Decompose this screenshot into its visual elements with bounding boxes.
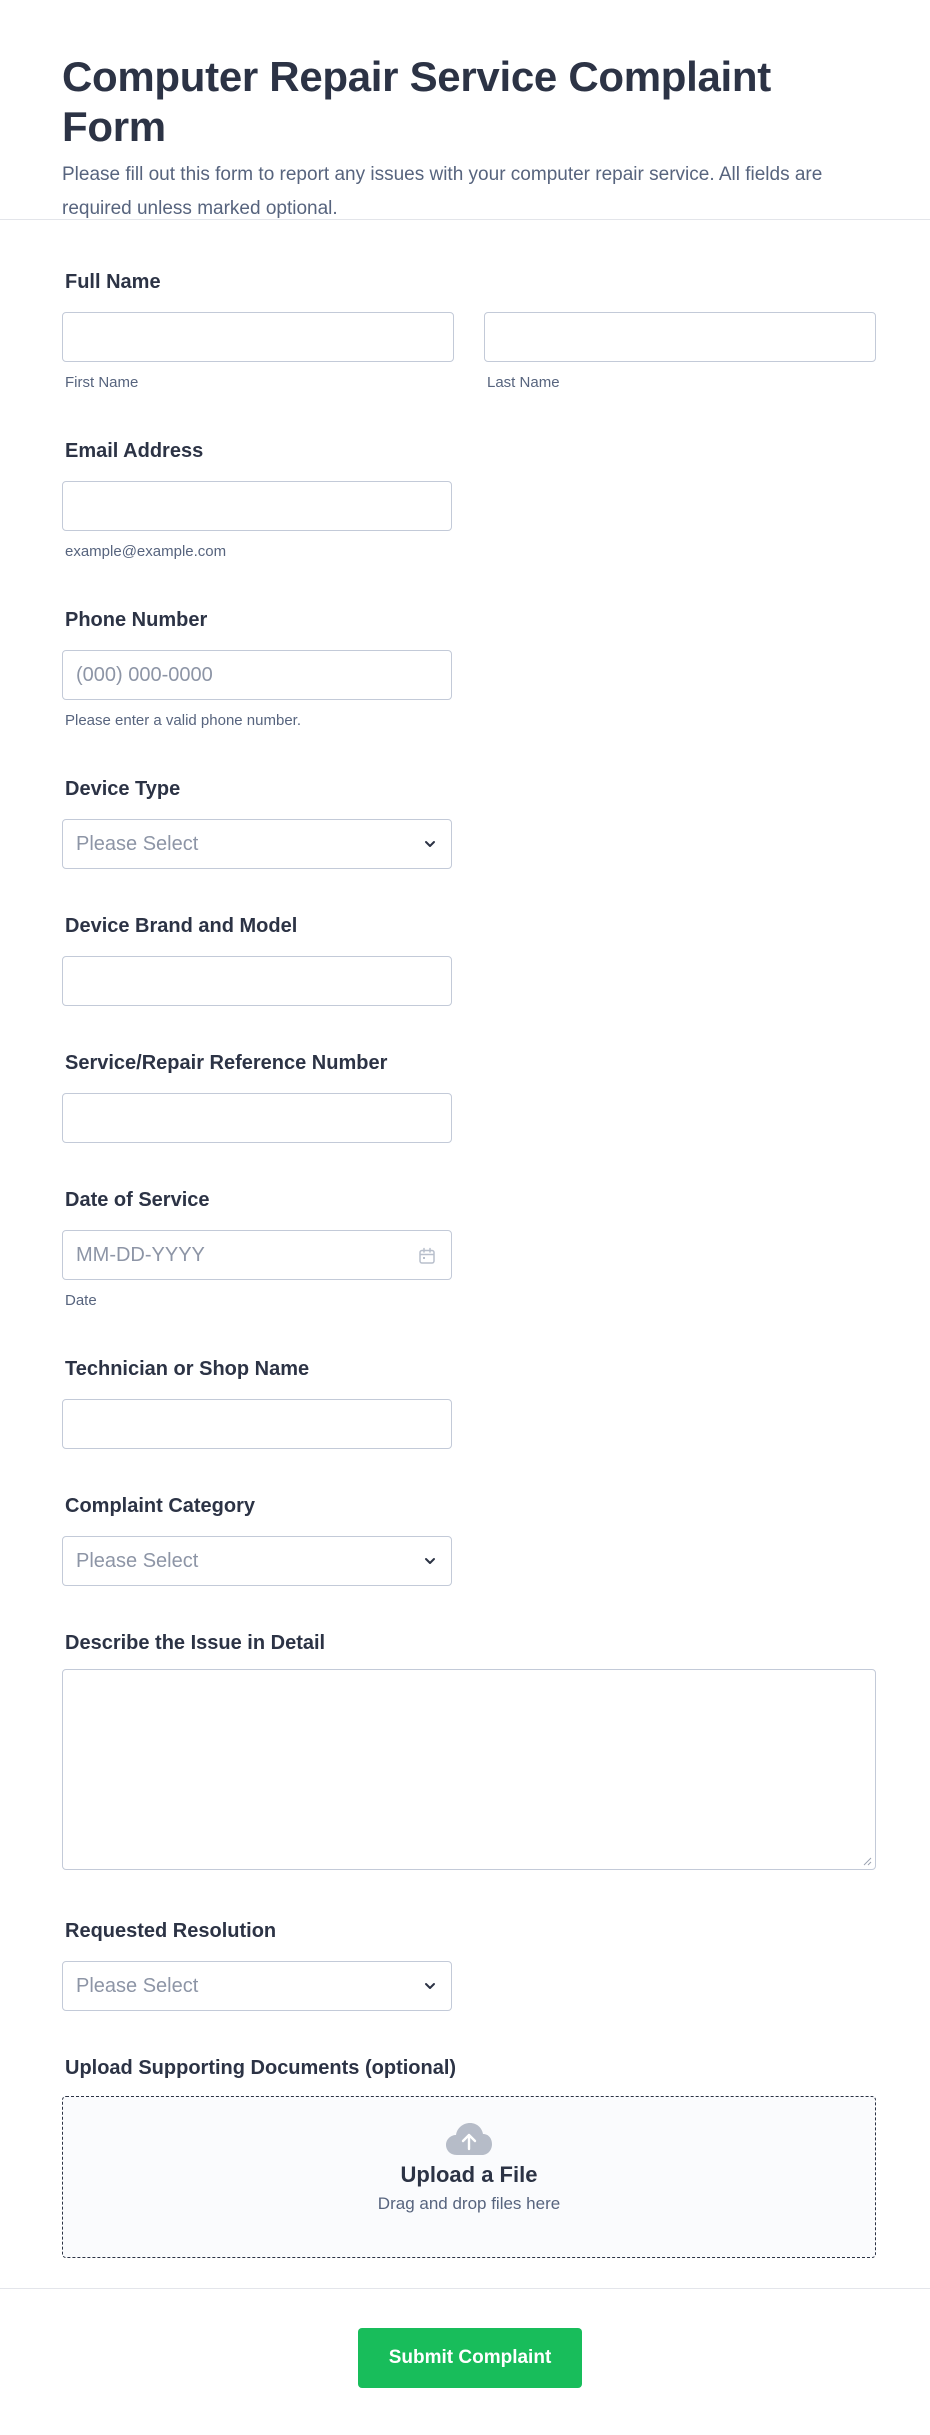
resolution-label: Requested Resolution	[65, 1920, 277, 1942]
upload-label: Upload Supporting Documents (optional)	[65, 2057, 457, 2079]
chevron-down-icon	[425, 1983, 435, 1989]
last-name-input[interactable]	[484, 312, 876, 362]
category-select[interactable]: Please Select	[62, 1536, 452, 1586]
full-name-label: Full Name	[65, 271, 161, 293]
device-brand-input[interactable]	[62, 956, 452, 1006]
reference-input[interactable]	[62, 1093, 452, 1143]
phone-input[interactable]: (000) 000-0000	[62, 650, 452, 700]
describe-field: Describe the Issue in Detail	[62, 1631, 876, 1870]
phone-sublabel: Please enter a valid phone number.	[65, 712, 301, 729]
cloud-upload-icon	[446, 2123, 492, 2155]
email-field: Email Address example@example.com	[62, 439, 452, 560]
device-brand-label: Device Brand and Model	[65, 915, 298, 937]
form-description: Please fill out this form to report any …	[62, 164, 823, 219]
resolution-select[interactable]: Please Select	[62, 1961, 452, 2011]
phone-placeholder: (000) 000-0000	[76, 663, 213, 686]
device-type-label: Device Type	[65, 778, 181, 800]
phone-label: Phone Number	[65, 609, 208, 631]
date-label: Date of Service	[65, 1189, 210, 1211]
category-label: Complaint Category	[65, 1495, 256, 1517]
form-title: Computer Repair Service Complaint Form	[62, 53, 771, 150]
device-type-select[interactable]: Please Select	[62, 819, 452, 869]
technician-field: Technician or Shop Name	[62, 1357, 452, 1449]
device-type-field: Device Type Please Select	[62, 777, 452, 869]
full-name-field: Full Name First Name Last Name	[62, 270, 876, 391]
upload-field: Upload Supporting Documents (optional) U…	[62, 2056, 876, 2258]
upload-title: Upload a File	[400, 2162, 538, 2187]
email-sublabel: example@example.com	[65, 543, 227, 560]
technician-label: Technician or Shop Name	[65, 1358, 310, 1380]
date-input[interactable]: MM-DD-YYYY	[62, 1230, 452, 1280]
device-brand-field: Device Brand and Model	[62, 914, 452, 1006]
technician-input[interactable]	[62, 1399, 452, 1449]
describe-textarea[interactable]	[62, 1669, 876, 1870]
upload-hint: Drag and drop files here	[377, 2194, 561, 2213]
device-type-selected: Please Select	[76, 832, 199, 855]
email-label: Email Address	[65, 440, 204, 462]
first-name-input[interactable]	[62, 312, 454, 362]
form-footer: Submit Complaint	[0, 2288, 930, 2435]
form-card: Computer Repair Service Complaint Form P…	[0, 0, 930, 2435]
date-placeholder: MM-DD-YYYY	[76, 1243, 205, 1266]
calendar-icon[interactable]	[418, 1247, 436, 1265]
file-dropzone[interactable]: Upload a File Drag and drop files here	[62, 2096, 876, 2258]
chevron-down-icon	[425, 841, 435, 847]
submit-complaint-button[interactable]: Submit Complaint	[358, 2328, 582, 2388]
form-header: Computer Repair Service Complaint Form P…	[0, 0, 930, 220]
email-input[interactable]	[62, 481, 452, 531]
resize-handle-icon[interactable]	[862, 1856, 872, 1866]
reference-label: Service/Repair Reference Number	[65, 1052, 388, 1074]
last-name-sublabel: Last Name	[487, 374, 560, 391]
date-field: Date of Service MM-DD-YYYY Date	[62, 1188, 452, 1309]
reference-field: Service/Repair Reference Number	[62, 1051, 452, 1143]
resolution-field: Requested Resolution Please Select	[62, 1919, 452, 2011]
category-selected: Please Select	[76, 1549, 199, 1572]
chevron-down-icon	[425, 1558, 435, 1564]
category-field: Complaint Category Please Select	[62, 1494, 452, 1586]
date-sublabel: Date	[65, 1292, 97, 1309]
resolution-selected: Please Select	[76, 1974, 199, 1997]
describe-label: Describe the Issue in Detail	[65, 1632, 326, 1654]
first-name-sublabel: First Name	[65, 374, 139, 391]
phone-field: Phone Number (000) 000-0000 Please enter…	[62, 608, 452, 729]
